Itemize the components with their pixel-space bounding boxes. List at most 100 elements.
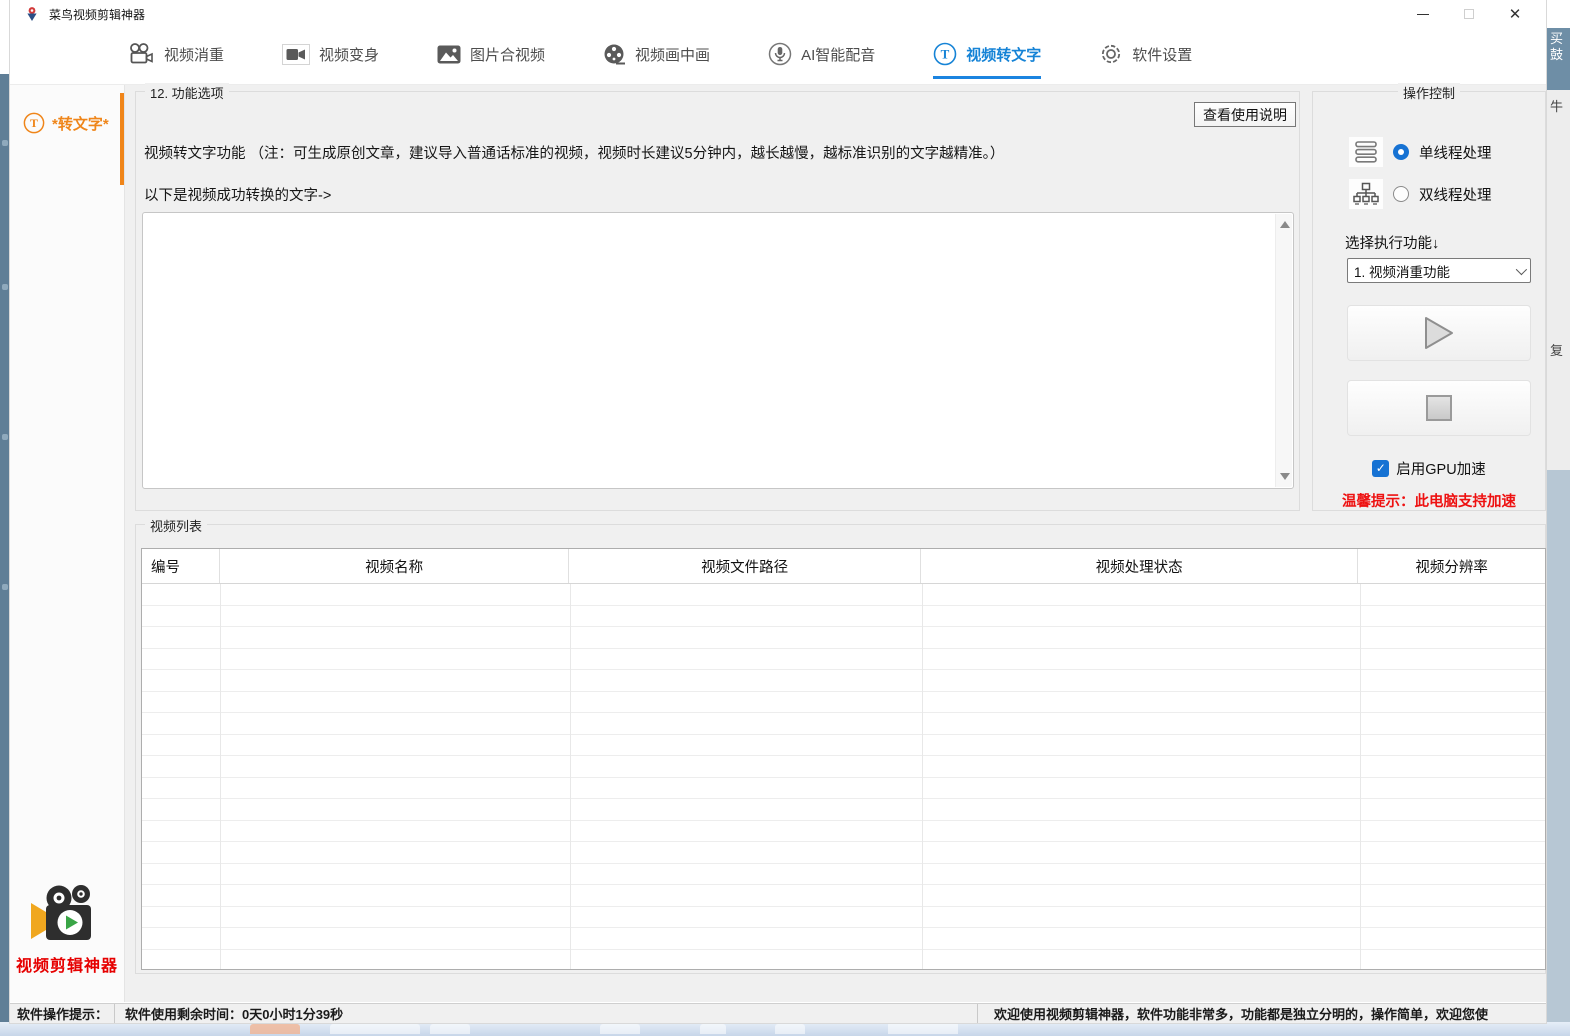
close-button[interactable]: ✕: [1492, 0, 1538, 28]
tab-label: AI智能配音: [801, 44, 875, 65]
table-row[interactable]: [142, 821, 1545, 843]
sidebar-item-label: *转文字*: [52, 113, 109, 134]
sidebar-item-to-text[interactable]: T *转文字*: [10, 105, 124, 141]
title-bar[interactable]: 菜鸟视频剪辑神器 ✕: [10, 0, 1546, 28]
single-thread-radio[interactable]: [1393, 144, 1409, 160]
scroll-down-icon[interactable]: [1280, 473, 1290, 480]
tab-bar: 视频消重 视频变身 图: [10, 28, 1546, 85]
tab-label: 视频变身: [319, 44, 379, 65]
control-panel: 操作控制 单线程处理: [1312, 91, 1546, 511]
letter-t-icon: T: [933, 42, 957, 66]
table-row[interactable]: [142, 842, 1545, 864]
single-thread-label: 单线程处理: [1419, 142, 1492, 163]
function-panel-legend: 12. 功能选项: [145, 83, 229, 102]
stop-button[interactable]: [1347, 380, 1531, 436]
table-row[interactable]: [142, 778, 1545, 800]
table-row[interactable]: [142, 885, 1545, 907]
control-panel-legend: 操作控制: [1398, 83, 1460, 102]
video-table[interactable]: 编号 视频名称 视频文件路径 视频处理状态 视频分辨率: [141, 548, 1546, 970]
tab-label: 视频画中画: [635, 44, 710, 65]
microphone-icon: [768, 42, 792, 66]
tab-image-to-video[interactable]: 图片合视频: [437, 33, 545, 79]
table-row[interactable]: [142, 584, 1545, 606]
brand-logo-label: 视频剪辑神器: [10, 952, 124, 976]
video-camera-icon: [282, 44, 310, 65]
table-row[interactable]: [142, 864, 1545, 886]
gpu-hint-text: 温馨提示：此电脑支持加速: [1313, 490, 1545, 511]
start-button[interactable]: [1347, 305, 1531, 361]
tab-picture-in-picture[interactable]: 视频画中画: [603, 33, 710, 79]
remaining-time-text: 软件使用剩余时间：0天0小时1分39秒: [115, 1004, 353, 1023]
table-row[interactable]: [142, 907, 1545, 929]
tab-video-to-text[interactable]: T 视频转文字: [933, 33, 1041, 79]
status-bar: 软件操作提示： 软件使用剩余时间：0天0小时1分39秒 欢迎使用视频剪辑神器，软…: [10, 1003, 1546, 1023]
single-thread-icon: [1349, 137, 1383, 167]
function-panel: 12. 功能选项 查看使用说明 视频转文字功能 （注：可生成原创文章，建议导入普…: [135, 91, 1300, 511]
maximize-button[interactable]: [1446, 0, 1492, 28]
column-header-status: 视频处理状态: [921, 549, 1358, 583]
svg-text:T: T: [30, 116, 38, 130]
window-title: 菜鸟视频剪辑神器: [49, 6, 145, 23]
column-header-path: 视频文件路径: [569, 549, 921, 583]
table-row[interactable]: [142, 799, 1545, 821]
dual-thread-radio[interactable]: [1393, 186, 1409, 202]
windows-taskbar[interactable]: [0, 1022, 1570, 1036]
desktop-screen: 买鼓 牛 复 菜鸟视频剪辑神器 ✕: [0, 0, 1570, 1036]
table-row[interactable]: [142, 735, 1545, 757]
sidebar: T *转文字*: [10, 85, 125, 1002]
tab-video-dedupe[interactable]: 视频消重: [128, 33, 224, 79]
status-prefix: 软件操作提示：: [10, 1004, 115, 1023]
picture-icon: [437, 45, 461, 64]
table-row[interactable]: [142, 649, 1545, 671]
video-list-panel: 视频列表 编号 视频名称 视频文件路径 视频处理状态 视频分辨率: [135, 524, 1546, 974]
function-select-value: 1. 视频消重功能: [1354, 261, 1450, 281]
video-table-header: 编号 视频名称 视频文件路径 视频处理状态 视频分辨率: [142, 549, 1545, 584]
app-window: 菜鸟视频剪辑神器 ✕ 视频消重: [10, 0, 1546, 1023]
function-description: 视频转文字功能 （注：可生成原创文章，建议导入普通话标准的视频，视频时长建议5分…: [144, 142, 1004, 163]
movie-camera-logo-icon: [29, 884, 105, 946]
play-icon: [1423, 316, 1455, 350]
column-header-name: 视频名称: [220, 549, 570, 583]
tab-label: 视频消重: [164, 44, 224, 65]
background-window-left-sliver: [0, 74, 10, 1022]
dual-thread-label: 双线程处理: [1419, 184, 1492, 205]
video-list-legend: 视频列表: [145, 516, 207, 535]
converted-text-area[interactable]: [142, 212, 1294, 489]
view-instructions-button[interactable]: 查看使用说明: [1194, 102, 1296, 127]
minimize-button[interactable]: [1400, 0, 1446, 28]
work-area: T *转文字*: [10, 85, 1546, 1002]
text-area-scrollbar[interactable]: [1275, 214, 1292, 487]
tab-settings[interactable]: 软件设置: [1099, 33, 1192, 79]
gpu-checkbox[interactable]: ✓: [1372, 460, 1389, 477]
gpu-checkbox-label: 启用GPU加速: [1396, 458, 1485, 479]
brand-logo: 视频剪辑神器: [10, 884, 124, 976]
table-row[interactable]: [142, 606, 1545, 628]
table-row[interactable]: [142, 670, 1545, 692]
stop-icon: [1426, 395, 1452, 421]
tab-ai-dubbing[interactable]: AI智能配音: [768, 33, 875, 79]
svg-text:T: T: [941, 47, 950, 62]
converted-text-label: 以下是视频成功转换的文字->: [144, 184, 331, 205]
tab-label: 视频转文字: [966, 44, 1041, 65]
video-table-body: [142, 584, 1545, 969]
table-row[interactable]: [142, 627, 1545, 649]
table-row[interactable]: [142, 713, 1545, 735]
function-select[interactable]: 1. 视频消重功能: [1347, 258, 1531, 283]
movie-camera-icon: [128, 43, 155, 66]
select-function-label: 选择执行功能↓: [1345, 232, 1439, 253]
table-row[interactable]: [142, 692, 1545, 714]
column-header-id: 编号: [142, 549, 220, 583]
background-window-right-sliver: 买鼓 牛 复: [1546, 0, 1570, 1022]
dual-thread-icon: [1349, 179, 1383, 209]
sidebar-active-indicator: [120, 93, 124, 185]
column-header-resolution: 视频分辨率: [1358, 549, 1545, 583]
table-row[interactable]: [142, 950, 1545, 970]
film-reel-icon: [603, 43, 626, 66]
letter-t-icon: T: [23, 112, 45, 134]
table-row[interactable]: [142, 756, 1545, 778]
scroll-up-icon[interactable]: [1280, 221, 1290, 228]
chevron-down-icon: [1516, 263, 1527, 274]
tab-video-transform[interactable]: 视频变身: [282, 33, 379, 79]
table-row[interactable]: [142, 928, 1545, 950]
welcome-text: 欢迎使用视频剪辑神器，软件功能非常多，功能都是独立分明的，操作简单，欢迎您使: [977, 1004, 1546, 1023]
